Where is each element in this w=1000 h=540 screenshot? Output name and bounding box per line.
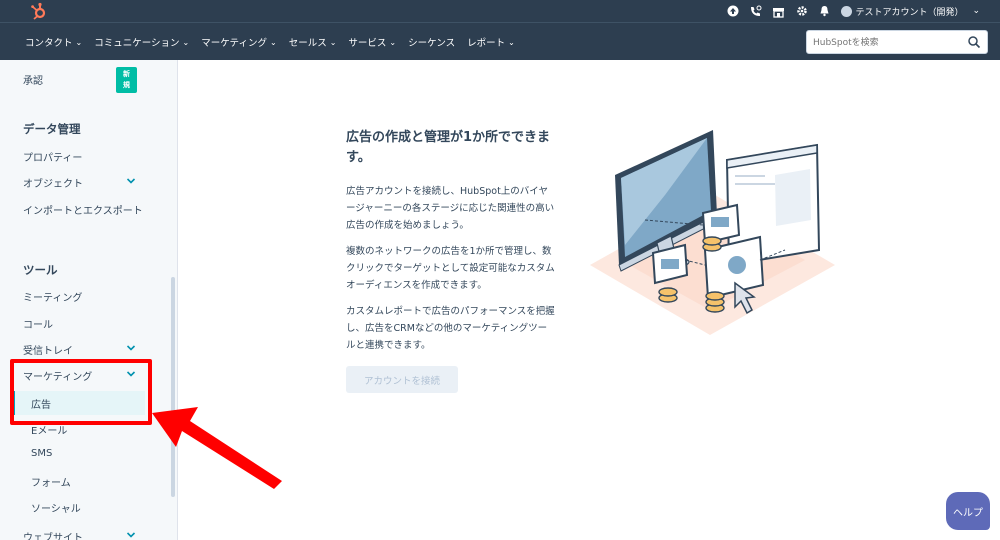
sidebar-item-forms[interactable]: フォーム <box>31 474 71 489</box>
avatar <box>841 5 853 17</box>
sidebar-item-social[interactable]: ソーシャル <box>31 500 81 515</box>
sidebar-item-approvals[interactable]: 承認 <box>23 72 43 87</box>
chevron-down-icon[interactable] <box>126 530 136 540</box>
chevron-down-icon: ⌄ <box>269 37 277 47</box>
upgrade-icon[interactable] <box>726 5 739 18</box>
main-nav: コンタクト ⌄ コミュニケーション ⌄ マーケティング ⌄ セールス ⌄ サービス ⌄ シ… <box>0 22 1000 60</box>
global-search <box>806 30 988 54</box>
chevron-down-icon: ⌄ <box>182 37 190 47</box>
sidebar-item-website[interactable]: ウェブサイト <box>23 529 83 540</box>
sidebar-item-import-export[interactable]: インポートとエクスポート <box>23 202 143 217</box>
sidebar-item-sms[interactable]: SMS <box>31 448 52 459</box>
nav-conversations[interactable]: コミュニケーション ⌄ <box>94 35 190 50</box>
hubspot-logo-icon[interactable] <box>30 2 48 20</box>
sidebar-heading-tools: ツール <box>23 263 58 277</box>
annotation-highlight-box <box>10 359 152 425</box>
account-label: テストアカウント（開発） <box>855 7 964 18</box>
annotation-arrow-icon <box>152 407 282 489</box>
sidebar-item-calls[interactable]: コール <box>23 316 53 331</box>
description-manage: 複数のネットワークの広告を1か所で管理し、数クリックでターゲットとして設定可能な… <box>346 246 555 291</box>
search-input[interactable] <box>813 35 963 50</box>
chevron-down-icon: ⌄ <box>389 37 397 47</box>
description-connect: 広告アカウントを接続し、HubSpot上のバイヤージャーニーの各ステージに応じた… <box>346 186 555 231</box>
sidebar-item-objects[interactable]: オブジェクト <box>23 175 83 190</box>
help-button[interactable]: ヘルプ <box>946 492 990 530</box>
sidebar-item-meetings[interactable]: ミーティング <box>23 289 82 304</box>
sidebar-item-properties[interactable]: プロパティー <box>23 149 82 164</box>
chevron-down-icon[interactable] <box>126 176 136 186</box>
nav-reports[interactable]: レポート ⌄ <box>467 35 515 50</box>
notifications-bell-icon[interactable] <box>818 5 831 18</box>
nav-sales[interactable]: セールス ⌄ <box>289 35 337 50</box>
nav-sequences[interactable]: シーケンス <box>408 35 455 49</box>
settings-gear-icon[interactable] <box>795 5 808 18</box>
sidebar-heading-data-management: データ管理 <box>23 122 81 136</box>
ads-illustration-icon <box>590 130 835 335</box>
search-icon[interactable] <box>967 35 981 49</box>
calling-icon[interactable] <box>749 5 762 18</box>
account-menu[interactable]: テストアカウント（開発） ⌄ <box>841 5 980 18</box>
sidebar-item-inbox[interactable]: 受信トレイ <box>23 342 73 357</box>
chevron-down-icon: ⌄ <box>329 37 337 47</box>
page-title: 広告の作成と管理が1か所でできます。 <box>346 130 551 165</box>
nav-contacts[interactable]: コンタクト ⌄ <box>25 35 83 50</box>
top-bar: テストアカウント（開発） ⌄ <box>0 0 1000 22</box>
chevron-down-icon: ⌄ <box>972 6 980 16</box>
connect-account-button[interactable]: アカウントを接続 <box>346 366 458 393</box>
chevron-down-icon: ⌄ <box>508 37 515 47</box>
nav-marketing[interactable]: マーケティング ⌄ <box>201 35 277 50</box>
description-report: カスタムレポートで広告のパフォーマンスを把握し、広告をCRMなどの他のマーケティ… <box>346 306 555 351</box>
marketplace-icon[interactable] <box>772 5 785 18</box>
new-badge: 新 規 <box>116 67 137 93</box>
chevron-down-icon: ⌄ <box>75 37 83 47</box>
nav-service[interactable]: サービス ⌄ <box>348 35 397 50</box>
chevron-down-icon[interactable] <box>126 343 136 353</box>
